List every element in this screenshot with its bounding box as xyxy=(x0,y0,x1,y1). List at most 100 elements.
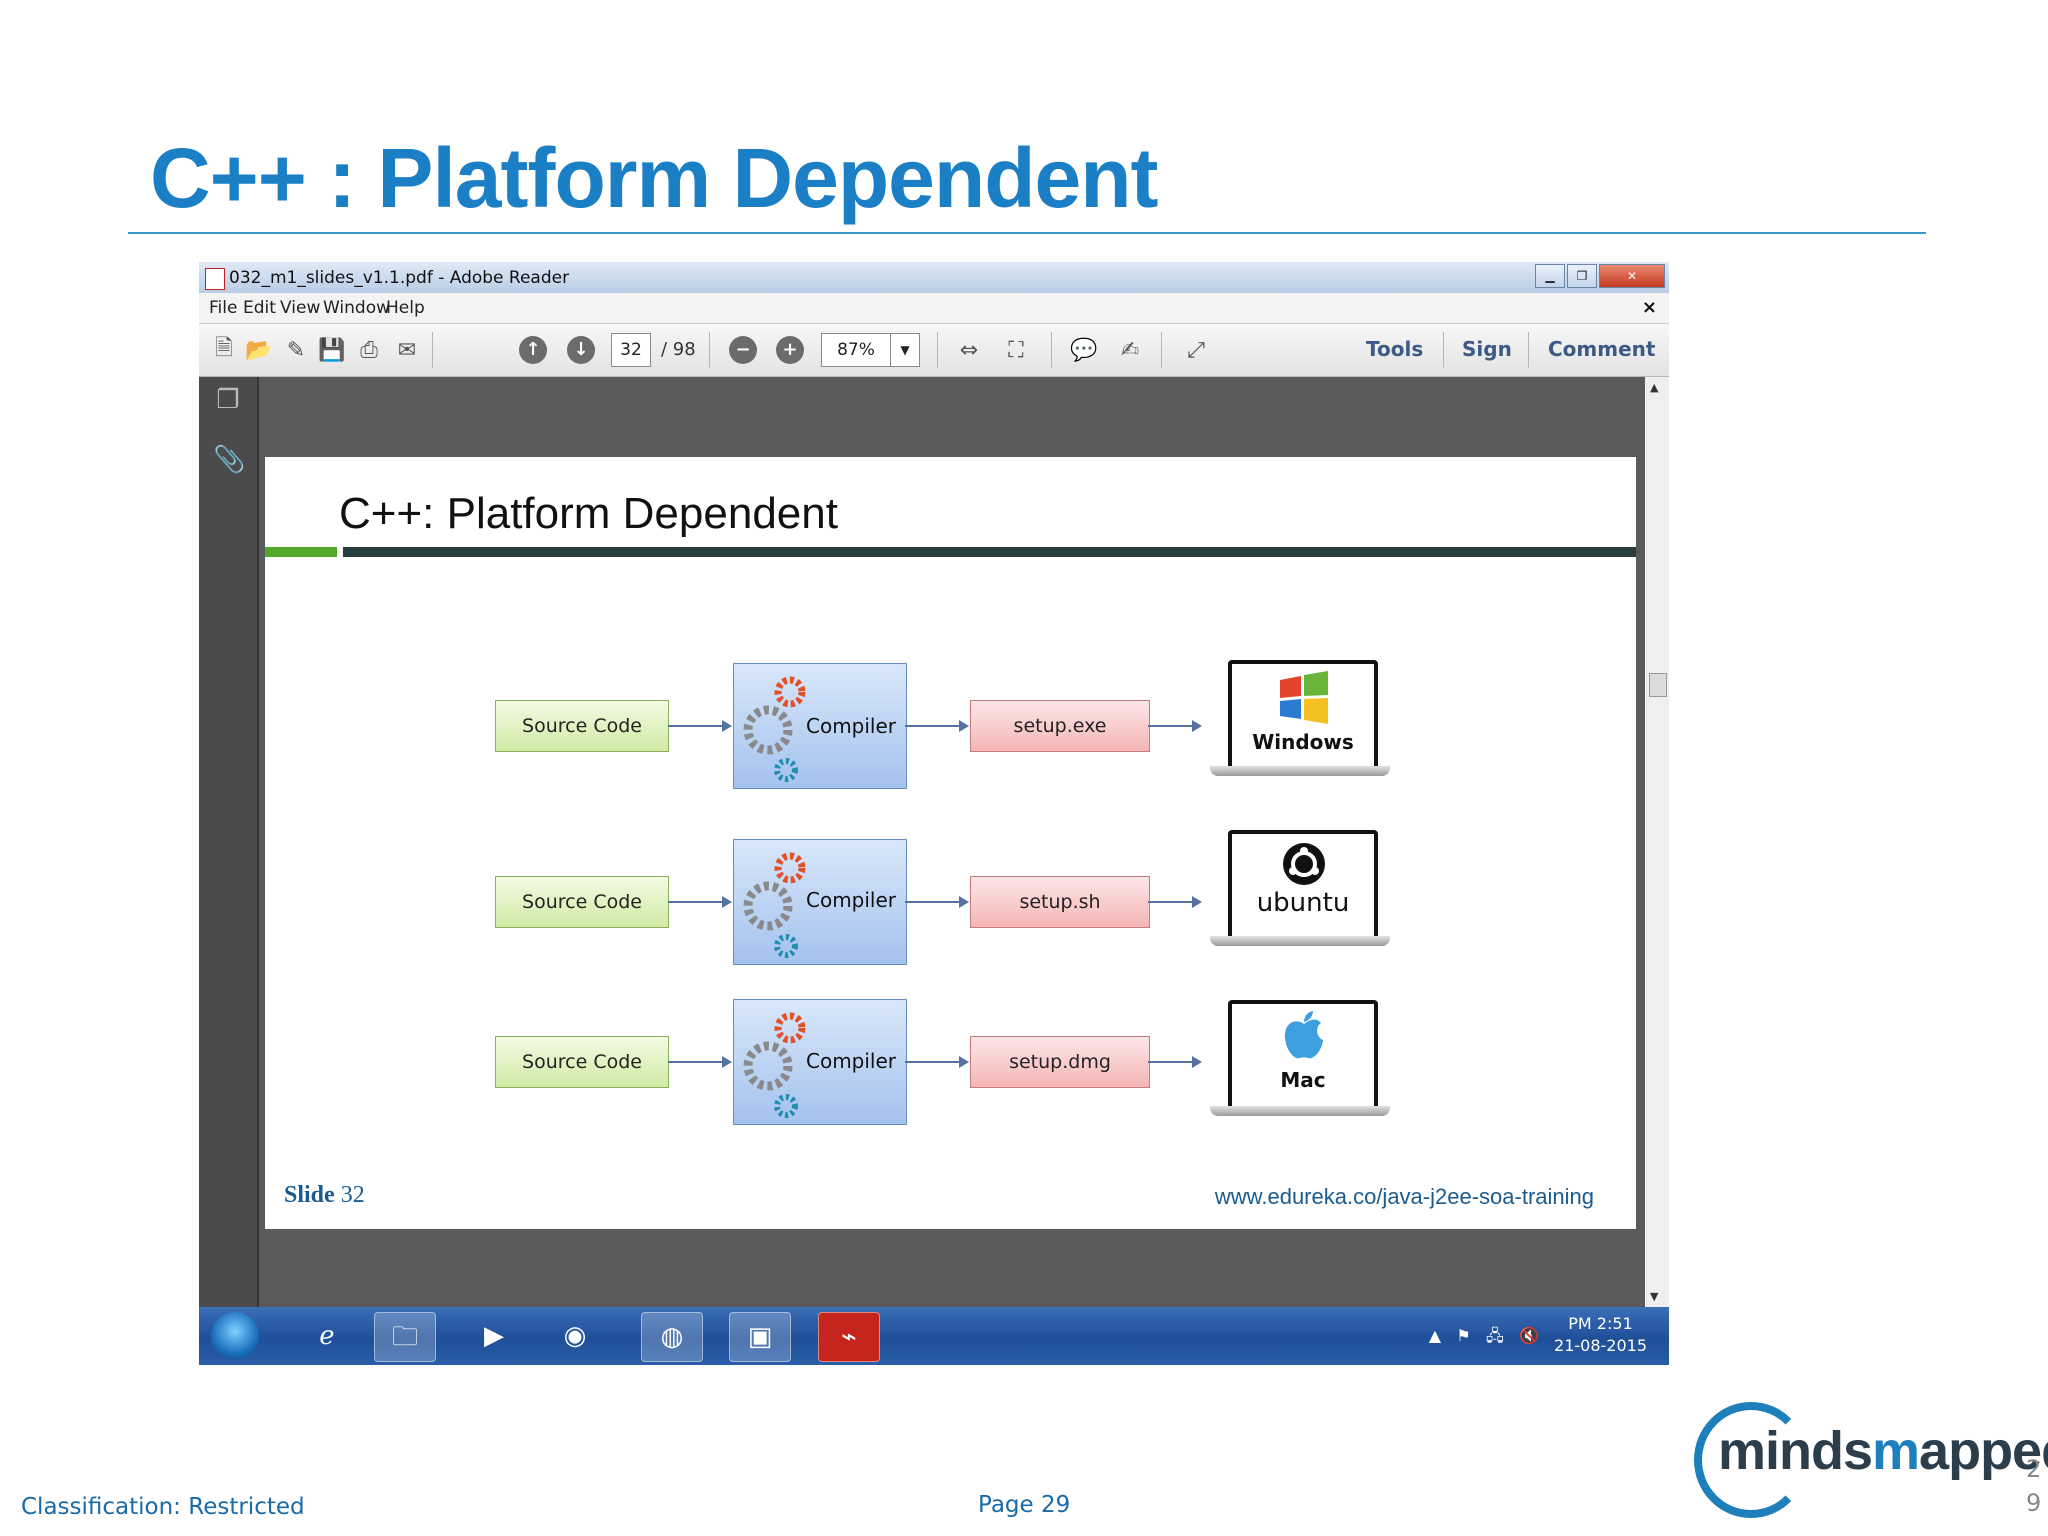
system-clock[interactable]: PM 2:51 21-08-2015 xyxy=(1554,1313,1647,1357)
slide-url: www.edureka.co/java-j2ee-soa-training xyxy=(1214,1184,1594,1209)
next-page-icon[interactable]: ↓ xyxy=(567,336,595,364)
email-icon[interactable]: ✉ xyxy=(392,336,422,364)
flow-arrow xyxy=(1148,720,1202,732)
page-number-digits: 2 9 xyxy=(2026,1452,2041,1520)
network-icon[interactable]: 🖧 xyxy=(1486,1326,1504,1345)
restore-button[interactable]: ❐ xyxy=(1567,264,1597,288)
page-number-label: Page 29 xyxy=(978,1492,1071,1518)
scroll-down-icon[interactable]: ▼ xyxy=(1650,1290,1658,1303)
action-center-flag-icon[interactable]: ⚑ xyxy=(1456,1326,1470,1345)
close-button[interactable]: ✕ xyxy=(1599,264,1665,288)
menu-view[interactable]: View xyxy=(280,298,320,318)
flow-arrow xyxy=(905,896,969,908)
document-page: C++: Platform Dependent Source Code Comp… xyxy=(265,457,1636,1229)
compiler-label: Compiler xyxy=(806,714,897,738)
windows-laptop: Windows xyxy=(1210,660,1390,790)
setup-file-box: setup.sh xyxy=(970,876,1150,928)
scrollbar-thumb[interactable] xyxy=(1649,673,1667,697)
create-pdf-icon[interactable]: 🗎 xyxy=(209,336,239,364)
menu-file[interactable]: File xyxy=(209,298,237,318)
compiler-label: Compiler xyxy=(806,1049,897,1073)
firefox-icon[interactable]: ◉ xyxy=(545,1312,605,1360)
logo-prefix: minds xyxy=(1718,1421,1873,1481)
clock-time: PM 2:51 xyxy=(1568,1314,1633,1333)
close-document-icon[interactable]: × xyxy=(1642,297,1657,318)
document-title: C++: Platform Dependent xyxy=(339,489,838,538)
setup-file-box: setup.exe xyxy=(970,700,1150,752)
title-underline-bar xyxy=(343,547,1636,557)
minimize-button[interactable]: ▁ xyxy=(1535,264,1565,288)
flow-arrow xyxy=(1148,896,1202,908)
laptop-screen: ubuntu xyxy=(1228,830,1378,940)
setup-file-box: setup.dmg xyxy=(970,1036,1150,1088)
flow-arrow xyxy=(905,1056,969,1068)
fit-page-icon[interactable]: ⛶ xyxy=(1001,336,1031,364)
page-digit: 9 xyxy=(2026,1489,2042,1517)
pdf-file-icon xyxy=(205,268,225,290)
print-icon[interactable]: ⎙ xyxy=(354,336,384,364)
toolbar: 🗎 📂 ✎ 💾 ⎙ ✉ ↑ ↓ 32 / 98 − + 87% ▼ ⇔ ⛶ 💬 … xyxy=(199,324,1669,377)
flow-arrow xyxy=(1148,1056,1202,1068)
ubuntu-laptop: ubuntu xyxy=(1210,830,1390,960)
comment-bubble-icon[interactable]: 💬 xyxy=(1069,336,1099,364)
compiler-label: Compiler xyxy=(806,888,897,912)
windows-logo-icon xyxy=(1280,671,1328,724)
powerpoint-icon[interactable]: ▣ xyxy=(729,1312,791,1362)
laptop-base xyxy=(1210,1106,1390,1116)
fit-width-icon[interactable]: ⇔ xyxy=(954,336,984,364)
slide-word: Slide xyxy=(284,1182,335,1208)
start-button[interactable] xyxy=(211,1312,259,1360)
flow-arrow xyxy=(668,1056,732,1068)
volume-muted-icon[interactable]: 🔇 xyxy=(1519,1326,1539,1345)
edit-document-icon[interactable]: ✎ xyxy=(281,336,311,364)
toolbar-divider xyxy=(1443,332,1444,368)
toolbar-divider xyxy=(1161,332,1162,368)
file-explorer-icon[interactable]: 🗀 xyxy=(374,1312,436,1362)
gears-icon xyxy=(743,1012,806,1118)
tray-expand-icon[interactable]: ▲ xyxy=(1429,1326,1441,1345)
zoom-out-icon[interactable]: − xyxy=(729,336,757,364)
mindsmapped-logo: mindsmapped xyxy=(1690,1398,2048,1518)
media-player-icon[interactable]: ▶ xyxy=(464,1312,524,1360)
window-controls: ▁ ❐ ✕ xyxy=(1533,264,1665,288)
open-file-icon[interactable]: 📂 xyxy=(244,336,274,364)
toolbar-divider xyxy=(937,332,938,368)
page-title: C++ : Platform Dependent xyxy=(150,131,1159,225)
scroll-up-icon[interactable]: ▲ xyxy=(1650,381,1658,394)
logo-highlight: m xyxy=(1872,1421,1920,1481)
laptop-base xyxy=(1210,936,1390,946)
attachments-icon[interactable]: 📎 xyxy=(213,445,245,475)
os-label: ubuntu xyxy=(1256,888,1350,918)
page-number-input[interactable]: 32 xyxy=(611,333,651,367)
page-thumbnails-icon[interactable]: ❐ xyxy=(213,385,243,415)
clock-date: 21-08-2015 xyxy=(1554,1336,1647,1355)
comment-link[interactable]: Comment xyxy=(1548,337,1655,361)
gears-icon xyxy=(743,852,806,958)
tools-link[interactable]: Tools xyxy=(1366,337,1423,361)
highlight-icon[interactable]: ✍ xyxy=(1115,336,1145,364)
internet-explorer-icon[interactable]: ℯ xyxy=(297,1312,357,1360)
adobe-reader-icon[interactable]: ⌁ xyxy=(818,1312,880,1362)
previous-page-icon[interactable]: ↑ xyxy=(519,336,547,364)
source-code-box: Source Code xyxy=(495,876,669,928)
os-label: Windows xyxy=(1252,730,1354,754)
system-tray: ▲ ⚑ 🖧 🔇 xyxy=(1429,1325,1539,1352)
slide-number-value: 32 xyxy=(340,1182,365,1208)
menu-help[interactable]: Help xyxy=(386,298,425,318)
laptop-screen: Windows xyxy=(1228,660,1378,770)
chrome-icon[interactable]: ◍ xyxy=(641,1312,703,1362)
gears-icon xyxy=(743,676,806,782)
menu-window[interactable]: Window xyxy=(323,298,390,318)
compiler-box: Compiler xyxy=(733,999,907,1125)
zoom-in-icon[interactable]: + xyxy=(776,336,804,364)
menu-edit[interactable]: Edit xyxy=(243,298,276,318)
save-icon[interactable]: 💾 xyxy=(317,336,347,364)
flow-arrow xyxy=(668,896,732,908)
zoom-dropdown-icon[interactable]: ▼ xyxy=(890,333,920,367)
title-divider xyxy=(128,232,1926,234)
fullscreen-icon[interactable]: ⤢ xyxy=(1181,336,1211,364)
mac-laptop: Mac xyxy=(1210,1000,1390,1130)
vertical-scrollbar[interactable]: ▲ ▼ xyxy=(1645,377,1669,1307)
sign-link[interactable]: Sign xyxy=(1462,337,1512,361)
zoom-input[interactable]: 87% xyxy=(821,333,891,367)
